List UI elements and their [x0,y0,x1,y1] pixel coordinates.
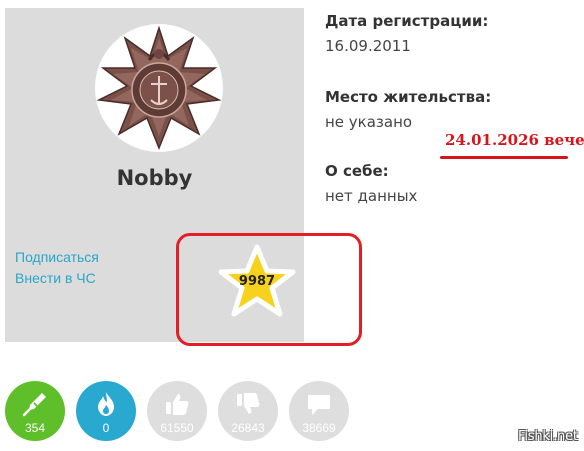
posts-count: 354 [24,421,46,435]
location-block: Место жительства: не указано [325,88,491,131]
handwritten-date-note: 24.01.2026 вечер [445,131,584,149]
likes-count: 61550 [160,421,194,435]
rating-highlight-box [176,233,362,346]
subscribe-link[interactable]: Подписаться [15,249,99,265]
hot-count: 0 [102,421,110,435]
likes-stat-button[interactable]: 61550 [147,381,207,441]
dislikes-count: 26843 [231,421,265,435]
posts-stat-button[interactable]: 354 [5,381,65,441]
speech-bubble-icon [304,389,334,419]
avatar[interactable] [95,24,223,152]
registration-label: Дата регистрации: [325,12,489,30]
location-label: Место жительства: [325,88,492,106]
registration-value: 16.09.2011 [325,37,411,55]
military-star-emblem-icon [96,25,222,151]
about-label: О себе: [325,162,389,180]
comments-stat-button[interactable]: 38669 [289,381,349,441]
site-watermark: Fishki.net [518,429,578,444]
hot-stat-button[interactable]: 0 [76,381,136,441]
about-block: О себе: нет данных [325,162,417,205]
note-underline [440,156,568,159]
thumbs-up-icon [162,389,192,419]
about-value: нет данных [325,187,418,205]
username: Nobby [116,166,193,190]
registration-block: Дата регистрации: 16.09.2011 [325,12,488,55]
blacklist-link[interactable]: Внести в ЧС [15,270,96,286]
thumbs-down-icon [233,389,263,419]
dislikes-stat-button[interactable]: 26843 [218,381,278,441]
flame-icon [91,389,121,419]
comments-count: 38669 [302,421,336,435]
location-value: не указано [325,113,413,131]
pen-nib-icon [20,389,50,419]
